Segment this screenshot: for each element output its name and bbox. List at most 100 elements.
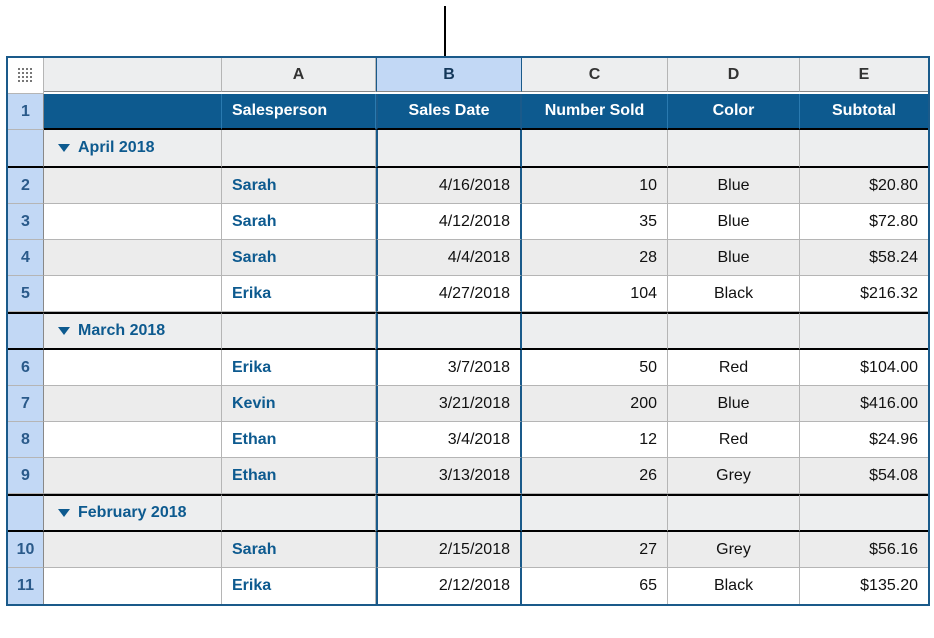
row-number[interactable]: 5 xyxy=(8,276,44,312)
cell-subtotal[interactable]: $24.96 xyxy=(800,422,928,458)
cell-subtotal[interactable]: $20.80 xyxy=(800,168,928,204)
cell-salesperson[interactable]: Erika xyxy=(222,568,376,604)
group-cell-c[interactable] xyxy=(522,494,668,532)
cell-salesperson[interactable]: Erika xyxy=(222,276,376,312)
group-toggle[interactable]: March 2018 xyxy=(44,312,222,350)
cell-sales-date[interactable]: 3/13/2018 xyxy=(376,458,522,494)
cell-salesperson[interactable]: Ethan xyxy=(222,458,376,494)
cell-number-sold[interactable]: 26 xyxy=(522,458,668,494)
cell-sales-date[interactable]: 2/15/2018 xyxy=(376,532,522,568)
group-cell-a[interactable] xyxy=(222,312,376,350)
cell-color[interactable]: Blue xyxy=(668,240,800,276)
group-cell-b[interactable] xyxy=(376,494,522,532)
cell-salesperson[interactable]: Sarah xyxy=(222,204,376,240)
column-header-e[interactable]: E xyxy=(800,58,928,92)
cell-number-sold[interactable]: 10 xyxy=(522,168,668,204)
cell-salesperson[interactable]: Sarah xyxy=(222,240,376,276)
row-name-blank[interactable] xyxy=(44,276,222,312)
cell-salesperson[interactable]: Kevin xyxy=(222,386,376,422)
header-salesperson[interactable]: Salesperson xyxy=(222,94,376,130)
group-cell-a[interactable] xyxy=(222,494,376,532)
row-name-blank[interactable] xyxy=(44,458,222,494)
row-number-blank[interactable] xyxy=(8,130,44,168)
cell-sales-date[interactable]: 4/27/2018 xyxy=(376,276,522,312)
row-name-blank[interactable] xyxy=(44,532,222,568)
header-sales-date[interactable]: Sales Date xyxy=(376,94,522,130)
row-number-blank[interactable] xyxy=(8,312,44,350)
cell-number-sold[interactable]: 65 xyxy=(522,568,668,604)
cell-color[interactable]: Red xyxy=(668,350,800,386)
cell-sales-date[interactable]: 3/4/2018 xyxy=(376,422,522,458)
header-subtotal[interactable]: Subtotal xyxy=(800,94,928,130)
cell-salesperson[interactable]: Erika xyxy=(222,350,376,386)
cell-sales-date[interactable]: 3/7/2018 xyxy=(376,350,522,386)
group-cell-d[interactable] xyxy=(668,494,800,532)
cell-number-sold[interactable]: 200 xyxy=(522,386,668,422)
row-number-blank[interactable] xyxy=(8,494,44,532)
group-cell-a[interactable] xyxy=(222,130,376,168)
row-number[interactable]: 10 xyxy=(8,532,44,568)
column-header-c[interactable]: C xyxy=(522,58,668,92)
group-toggle[interactable]: February 2018 xyxy=(44,494,222,532)
header-number-sold[interactable]: Number Sold xyxy=(522,94,668,130)
cell-subtotal[interactable]: $104.00 xyxy=(800,350,928,386)
cell-subtotal[interactable]: $135.20 xyxy=(800,568,928,604)
cell-salesperson[interactable]: Ethan xyxy=(222,422,376,458)
cell-color[interactable]: Black xyxy=(668,568,800,604)
header-name-blank[interactable] xyxy=(44,94,222,130)
cell-subtotal[interactable]: $56.16 xyxy=(800,532,928,568)
row-number[interactable]: 4 xyxy=(8,240,44,276)
cell-color[interactable]: Black xyxy=(668,276,800,312)
select-all-handle[interactable] xyxy=(8,58,44,94)
row-number[interactable]: 11 xyxy=(8,568,44,604)
group-cell-e[interactable] xyxy=(800,130,928,168)
cell-sales-date[interactable]: 4/16/2018 xyxy=(376,168,522,204)
cell-color[interactable]: Blue xyxy=(668,204,800,240)
group-cell-d[interactable] xyxy=(668,130,800,168)
cell-subtotal[interactable]: $58.24 xyxy=(800,240,928,276)
cell-color[interactable]: Blue xyxy=(668,168,800,204)
column-header-d[interactable]: D xyxy=(668,58,800,92)
row-number[interactable]: 6 xyxy=(8,350,44,386)
group-cell-d[interactable] xyxy=(668,312,800,350)
row-name-blank[interactable] xyxy=(44,168,222,204)
cell-sales-date[interactable]: 2/12/2018 xyxy=(376,568,522,604)
row-name-blank[interactable] xyxy=(44,386,222,422)
cell-color[interactable]: Blue xyxy=(668,386,800,422)
cell-salesperson[interactable]: Sarah xyxy=(222,532,376,568)
group-cell-b[interactable] xyxy=(376,130,522,168)
row-name-blank[interactable] xyxy=(44,204,222,240)
cell-number-sold[interactable]: 28 xyxy=(522,240,668,276)
group-cell-c[interactable] xyxy=(522,130,668,168)
cell-subtotal[interactable]: $216.32 xyxy=(800,276,928,312)
row-name-blank[interactable] xyxy=(44,568,222,604)
cell-number-sold[interactable]: 27 xyxy=(522,532,668,568)
group-cell-e[interactable] xyxy=(800,312,928,350)
column-header-b[interactable]: B xyxy=(376,58,522,92)
cell-number-sold[interactable]: 50 xyxy=(522,350,668,386)
cell-sales-date[interactable]: 3/21/2018 xyxy=(376,386,522,422)
cell-color[interactable]: Grey xyxy=(668,532,800,568)
cell-subtotal[interactable]: $72.80 xyxy=(800,204,928,240)
cell-number-sold[interactable]: 12 xyxy=(522,422,668,458)
group-cell-c[interactable] xyxy=(522,312,668,350)
row-number[interactable]: 7 xyxy=(8,386,44,422)
row-name-blank[interactable] xyxy=(44,350,222,386)
row-name-blank[interactable] xyxy=(44,240,222,276)
row-number[interactable]: 9 xyxy=(8,458,44,494)
cell-sales-date[interactable]: 4/4/2018 xyxy=(376,240,522,276)
cell-sales-date[interactable]: 4/12/2018 xyxy=(376,204,522,240)
cell-number-sold[interactable]: 104 xyxy=(522,276,668,312)
cell-subtotal[interactable]: $416.00 xyxy=(800,386,928,422)
row-number[interactable]: 2 xyxy=(8,168,44,204)
row-number[interactable]: 8 xyxy=(8,422,44,458)
cell-subtotal[interactable]: $54.08 xyxy=(800,458,928,494)
group-cell-b[interactable] xyxy=(376,312,522,350)
cell-number-sold[interactable]: 35 xyxy=(522,204,668,240)
cell-salesperson[interactable]: Sarah xyxy=(222,168,376,204)
row-number-1[interactable]: 1 xyxy=(8,94,44,130)
header-color[interactable]: Color xyxy=(668,94,800,130)
group-toggle[interactable]: April 2018 xyxy=(44,130,222,168)
column-header-name-blank[interactable] xyxy=(44,58,222,92)
row-number[interactable]: 3 xyxy=(8,204,44,240)
